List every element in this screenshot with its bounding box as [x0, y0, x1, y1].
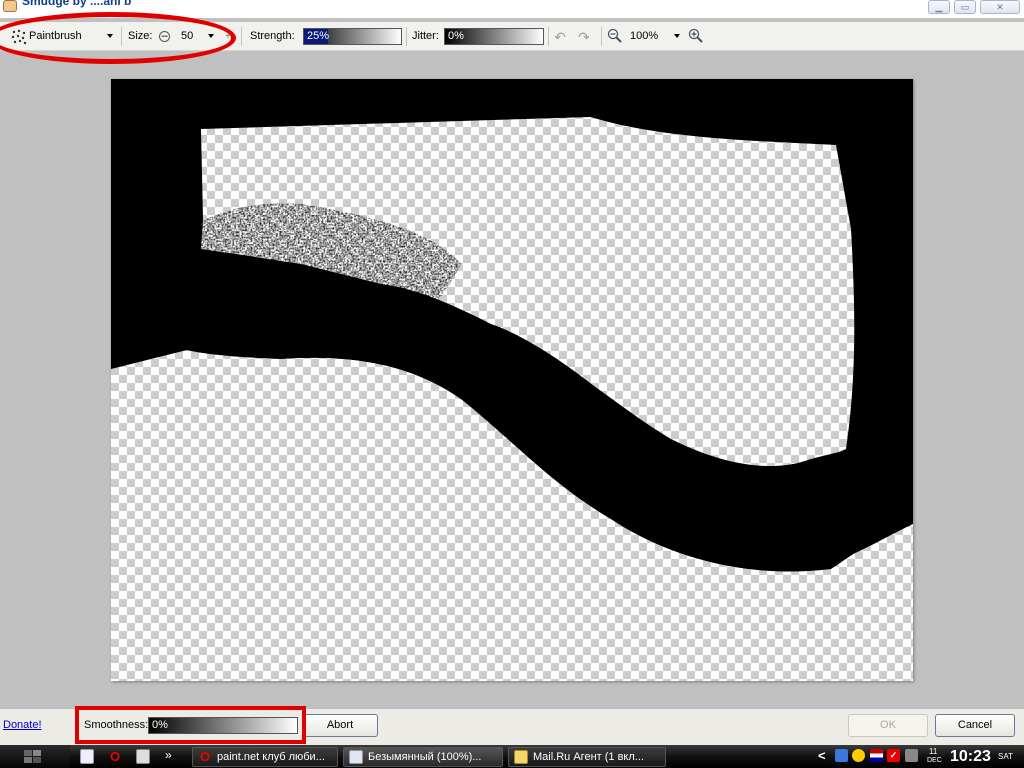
- app-launch-icon[interactable]: [136, 749, 150, 764]
- image-canvas[interactable]: [111, 79, 913, 681]
- annotation-ellipse: [0, 12, 236, 64]
- annotation-rectangle: [75, 706, 306, 744]
- undo-icon[interactable]: ↶: [552, 29, 568, 45]
- network-icon[interactable]: [835, 749, 848, 762]
- app-icon: [3, 0, 17, 12]
- volume-icon[interactable]: [905, 749, 918, 762]
- strength-value: 25%: [307, 30, 330, 42]
- clock-time: 10:23: [950, 748, 991, 765]
- task-label: Mail.Ru Агент (1 вкл...: [533, 751, 644, 763]
- window-title: Smudge by ....ahi b: [22, 0, 132, 8]
- mail-agent-icon: [514, 750, 528, 764]
- smiley-icon[interactable]: [852, 749, 865, 762]
- strength-slider[interactable]: 25%: [303, 28, 402, 45]
- strength-label: Strength:: [250, 30, 295, 42]
- canvas-drawing: [111, 79, 913, 681]
- jitter-slider[interactable]: 0%: [444, 28, 544, 45]
- toolbar-separator: [406, 27, 407, 46]
- clock-month: DEC: [927, 757, 942, 764]
- zoom-select[interactable]: 100%: [626, 22, 686, 51]
- clock-date: 11 DEC: [927, 745, 945, 768]
- quicklaunch-more[interactable]: »: [165, 748, 172, 762]
- donate-link[interactable]: Donate!: [3, 719, 42, 731]
- minimize-button[interactable]: ▁: [928, 0, 950, 14]
- start-button[interactable]: [0, 745, 70, 768]
- task-label: paint.net клуб люби...: [217, 751, 325, 763]
- jitter-value: 0%: [448, 30, 464, 42]
- close-button[interactable]: ✕: [980, 0, 1020, 14]
- zoom-in-icon[interactable]: [688, 28, 704, 44]
- paintnet-icon: [349, 750, 363, 764]
- tray-expand-arrow[interactable]: <: [818, 748, 826, 763]
- task-label: Безымянный (100%)...: [368, 751, 482, 763]
- antivirus-icon[interactable]: ✓: [887, 749, 900, 762]
- ok-button[interactable]: OK: [848, 714, 928, 737]
- opera-icon: O: [199, 749, 211, 764]
- maximize-button[interactable]: ▭: [954, 0, 976, 14]
- opera-launch-icon[interactable]: O: [108, 749, 122, 764]
- taskbar: O » O paint.net клуб люби... Безымянный …: [0, 745, 1024, 768]
- smudge-window: Smudge by ....ahi b ▁ ▭ ✕ Paintbrush Siz…: [0, 0, 1024, 768]
- taskbar-item-mail-agent[interactable]: Mail.Ru Агент (1 вкл...: [508, 747, 666, 767]
- zoom-value: 100%: [630, 30, 659, 42]
- jitter-label: Jitter:: [412, 30, 439, 42]
- windows-logo-icon: [24, 750, 41, 763]
- taskbar-item-paintnet[interactable]: Безымянный (100%)...: [343, 747, 503, 767]
- redo-icon[interactable]: ↷: [576, 29, 592, 45]
- toolbar-separator: [601, 27, 602, 46]
- clock-weekday: SAT: [998, 752, 1013, 761]
- cancel-button[interactable]: Cancel: [935, 714, 1015, 737]
- abort-button[interactable]: Abort: [302, 714, 378, 737]
- language-flag-icon[interactable]: [870, 749, 883, 762]
- toolbar-separator: [241, 27, 242, 46]
- zoom-out-icon[interactable]: [607, 28, 623, 44]
- show-desktop-icon[interactable]: [80, 749, 94, 764]
- chevron-down-icon: [674, 34, 680, 38]
- taskbar-item-opera[interactable]: O paint.net клуб люби...: [192, 747, 338, 767]
- toolbar-separator: [548, 27, 549, 46]
